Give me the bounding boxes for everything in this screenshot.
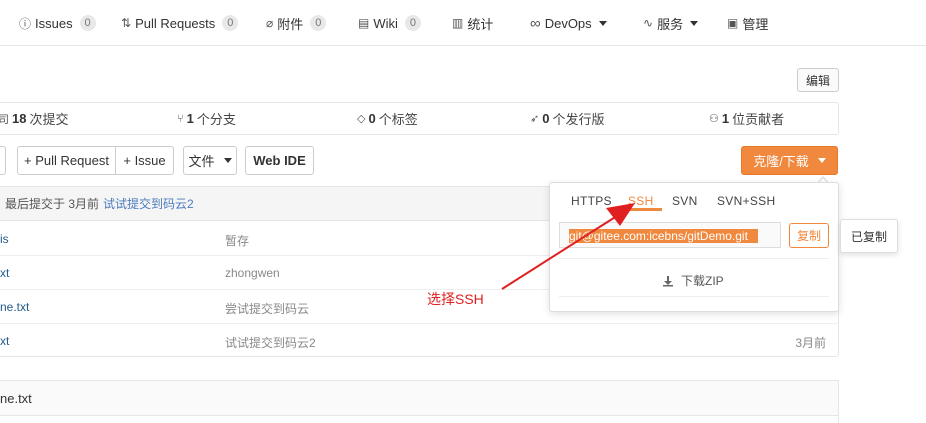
contributors-stat[interactable]: ⚇ 1 位贡献者: [709, 103, 784, 134]
file-name-link[interactable]: ne.txt: [0, 300, 29, 314]
branches-count: 1: [186, 111, 194, 126]
tag-icon: ◇: [357, 113, 366, 125]
nav-tab-pull-requests[interactable]: ⇅ Pull Requests 0: [121, 0, 239, 46]
nav-tab-wiki-label: Wiki: [373, 15, 398, 31]
active-tab-underline: [616, 208, 662, 211]
pull-request-icon: ⇅: [121, 16, 132, 30]
nav-tab-manage[interactable]: ▣ 管理: [727, 0, 768, 46]
commits-stat[interactable]: 司 18 次提交: [0, 103, 68, 134]
chevron-down-icon: [223, 158, 232, 163]
nav-tab-manage-label: 管理: [742, 16, 769, 32]
branches-stat[interactable]: ⑂ 1 个分支: [177, 103, 236, 134]
branch-icon: ⑂: [177, 112, 184, 125]
nav-tab-devops-label: DevOps: [544, 15, 592, 31]
commits-count: 18: [12, 111, 27, 126]
wiki-count-badge: 0: [404, 15, 421, 31]
commits-label: 次提交: [29, 112, 69, 127]
tags-label: 个标签: [378, 112, 418, 127]
new-pull-request-button[interactable]: + Pull Request: [17, 146, 116, 175]
releases-count: 0: [542, 111, 550, 126]
tags-count: 0: [368, 111, 376, 126]
branches-label: 个分支: [196, 112, 236, 127]
pulse-icon: ∿: [643, 16, 654, 30]
branch-select-button[interactable]: [0, 146, 6, 175]
file-menu-button[interactable]: 文件: [183, 146, 237, 175]
file-commit-message[interactable]: 暂存: [225, 232, 249, 249]
infinity-icon: ∞: [530, 14, 541, 32]
last-commit-time: 最后提交于 3月前: [5, 197, 100, 211]
repo-stats-bar: 司 18 次提交 ⑂ 1 个分支 ◇ 0 个标签 ➶ 0 个发行版 ⚇ 1 位贡…: [0, 102, 839, 135]
releases-label: 个发行版: [552, 112, 605, 127]
table-row: xt 试试提交到码云2 3月前: [0, 324, 838, 356]
paperclip-icon: ⌀: [266, 16, 274, 30]
chevron-down-icon: [598, 20, 607, 26]
clone-url-selected-text: git@gitee.com:icebns/gitDemo.git: [569, 229, 758, 243]
people-icon: ⚇: [709, 113, 719, 125]
commit-icon: 司: [0, 113, 9, 126]
copied-tooltip: 已复制: [840, 219, 898, 253]
file-name-link[interactable]: xt: [0, 266, 9, 280]
paper-plane-icon: ➶: [530, 113, 540, 125]
tab-https[interactable]: HTTPS: [571, 194, 612, 214]
nav-tab-issues[interactable]: ⓘ Issues 0: [19, 0, 96, 46]
file-menu-label: 文件: [188, 154, 215, 169]
bar-chart-icon: ▥: [452, 16, 464, 30]
popup-divider: [559, 258, 829, 259]
chevron-down-icon: [690, 20, 699, 26]
last-commit-message[interactable]: 试试提交到码云2: [103, 195, 194, 212]
tab-svn[interactable]: SVN: [672, 194, 698, 214]
nav-tab-services[interactable]: ∿ 服务: [643, 0, 699, 46]
web-ide-button[interactable]: Web IDE: [245, 146, 314, 175]
tags-stat[interactable]: ◇ 0 个标签: [357, 103, 418, 134]
nav-tab-pull-requests-label: Pull Requests: [135, 15, 216, 31]
contributors-count: 1: [721, 111, 730, 126]
pull-requests-count-badge: 0: [222, 15, 239, 31]
readme-panel: ne.txt: [0, 380, 839, 423]
file-commit-message[interactable]: 尝试提交到码云: [225, 300, 309, 317]
annotation-label: 选择SSH: [427, 291, 484, 307]
nav-tab-issues-label: Issues: [35, 15, 73, 31]
chevron-down-icon: [817, 158, 826, 163]
attachments-count-badge: 0: [310, 15, 327, 31]
issues-count-badge: 0: [79, 15, 96, 31]
file-name-link[interactable]: xt: [0, 334, 9, 348]
popup-divider-bottom: [559, 296, 829, 297]
nav-tab-services-label: 服务: [657, 16, 684, 32]
edit-description-button[interactable]: 编辑: [797, 68, 839, 92]
clone-download-label: 克隆/下载: [753, 154, 809, 169]
nav-tab-stats[interactable]: ▥ 统计: [452, 0, 493, 46]
download-zip-link[interactable]: 下载ZIP: [662, 272, 724, 289]
clone-url-input[interactable]: git@gitee.com:icebns/gitDemo.git: [559, 222, 781, 248]
contributors-label: 位贡献者: [732, 112, 785, 127]
download-zip-label: 下载ZIP: [681, 274, 724, 288]
nav-tab-devops[interactable]: ∞ DevOps: [530, 0, 607, 46]
book-icon: ▤: [358, 16, 370, 30]
file-commit-message[interactable]: 试试提交到码云2: [225, 334, 316, 351]
nav-tab-attachments[interactable]: ⌀ 附件 0: [266, 0, 327, 46]
tab-svn-ssh[interactable]: SVN+SSH: [717, 194, 775, 214]
copy-url-button[interactable]: 复制: [789, 223, 829, 248]
new-issue-button[interactable]: + Issue: [115, 146, 174, 175]
nav-tab-stats-label: 统计: [467, 16, 494, 32]
issue-icon: ⓘ: [19, 16, 32, 31]
readme-title: ne.txt: [0, 381, 838, 416]
file-name-link[interactable]: is: [0, 232, 9, 246]
file-commit-time: 3月前: [795, 336, 826, 350]
download-icon: [663, 275, 673, 286]
repo-nav-bar: ⓘ Issues 0 ⇅ Pull Requests 0 ⌀ 附件 0 ▤ Wi…: [0, 0, 926, 46]
clone-download-button[interactable]: 克隆/下载: [741, 146, 838, 175]
tab-ssh[interactable]: SSH: [628, 194, 654, 214]
settings-doc-icon: ▣: [727, 16, 739, 30]
file-commit-message[interactable]: zhongwen: [225, 266, 280, 280]
nav-tab-wiki[interactable]: ▤ Wiki 0: [358, 0, 421, 46]
nav-tab-attachments-label: 附件: [277, 16, 304, 32]
releases-stat[interactable]: ➶ 0 个发行版: [530, 103, 604, 134]
